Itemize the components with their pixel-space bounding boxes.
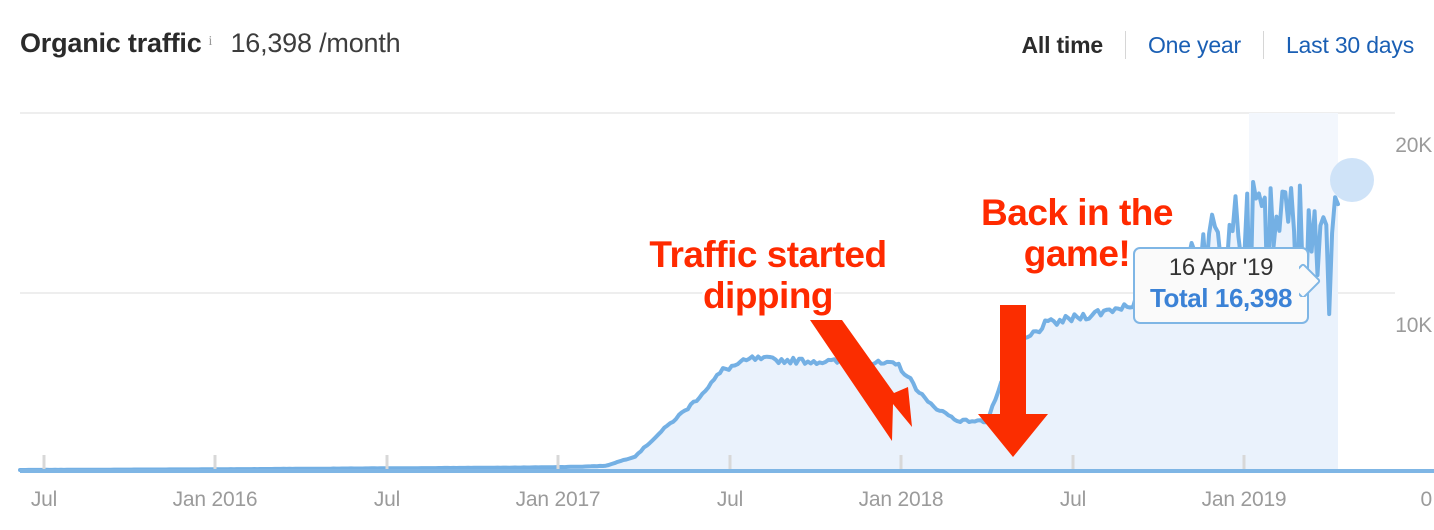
xtick-5: Jan 2018 [858,488,944,511]
ytick-20k: 20K [1395,134,1432,157]
selected-point-marker [1330,158,1374,202]
xtick-1: Jan 2016 [172,488,258,511]
metric-value: 16,398 /month [230,28,401,58]
tab-last-30-days[interactable]: Last 30 days [1264,32,1414,59]
data-point-tooltip: 16 Apr '19 Total 16,398 [1133,247,1309,324]
annotation-traffic-dipping: Traffic started dipping [622,234,914,317]
organic-traffic-chart[interactable]: 20K 10K 0 Jul Jan 2016 Jul Jan 2017 Jul … [0,92,1434,530]
tooltip-tail-icon [1299,263,1323,297]
xtick-3: Jan 2017 [515,488,601,511]
annotation-traffic-dipping-line1: Traffic started [649,234,887,275]
date-range-tabs: All time One year Last 30 days [999,31,1414,59]
xtick-0: Jul [30,488,58,511]
xtick-4: Jul [716,488,744,511]
tooltip-total: Total 16,398 [1149,283,1293,313]
ytick-10k: 10K [1395,314,1432,337]
tab-one-year[interactable]: One year [1126,32,1263,59]
xtick-2: Jul [373,488,401,511]
page-title: Organic traffic [20,28,202,58]
annotation-traffic-dipping-line2: dipping [702,275,834,317]
tab-all-time[interactable]: All time [999,32,1124,59]
info-icon[interactable]: i [209,34,213,50]
xtick-6: Jul [1059,488,1087,511]
metric-summary: Organic traffic i 16,398 /month [20,28,401,59]
chart-header: Organic traffic i 16,398 /month All time… [0,0,1434,92]
tooltip-date: 16 Apr '19 [1168,254,1274,281]
xtick-7: Jan 2019 [1201,488,1287,511]
ytick-0: 0 [1420,488,1433,511]
annotation-back-in-game-line1: Back in the [981,192,1173,233]
